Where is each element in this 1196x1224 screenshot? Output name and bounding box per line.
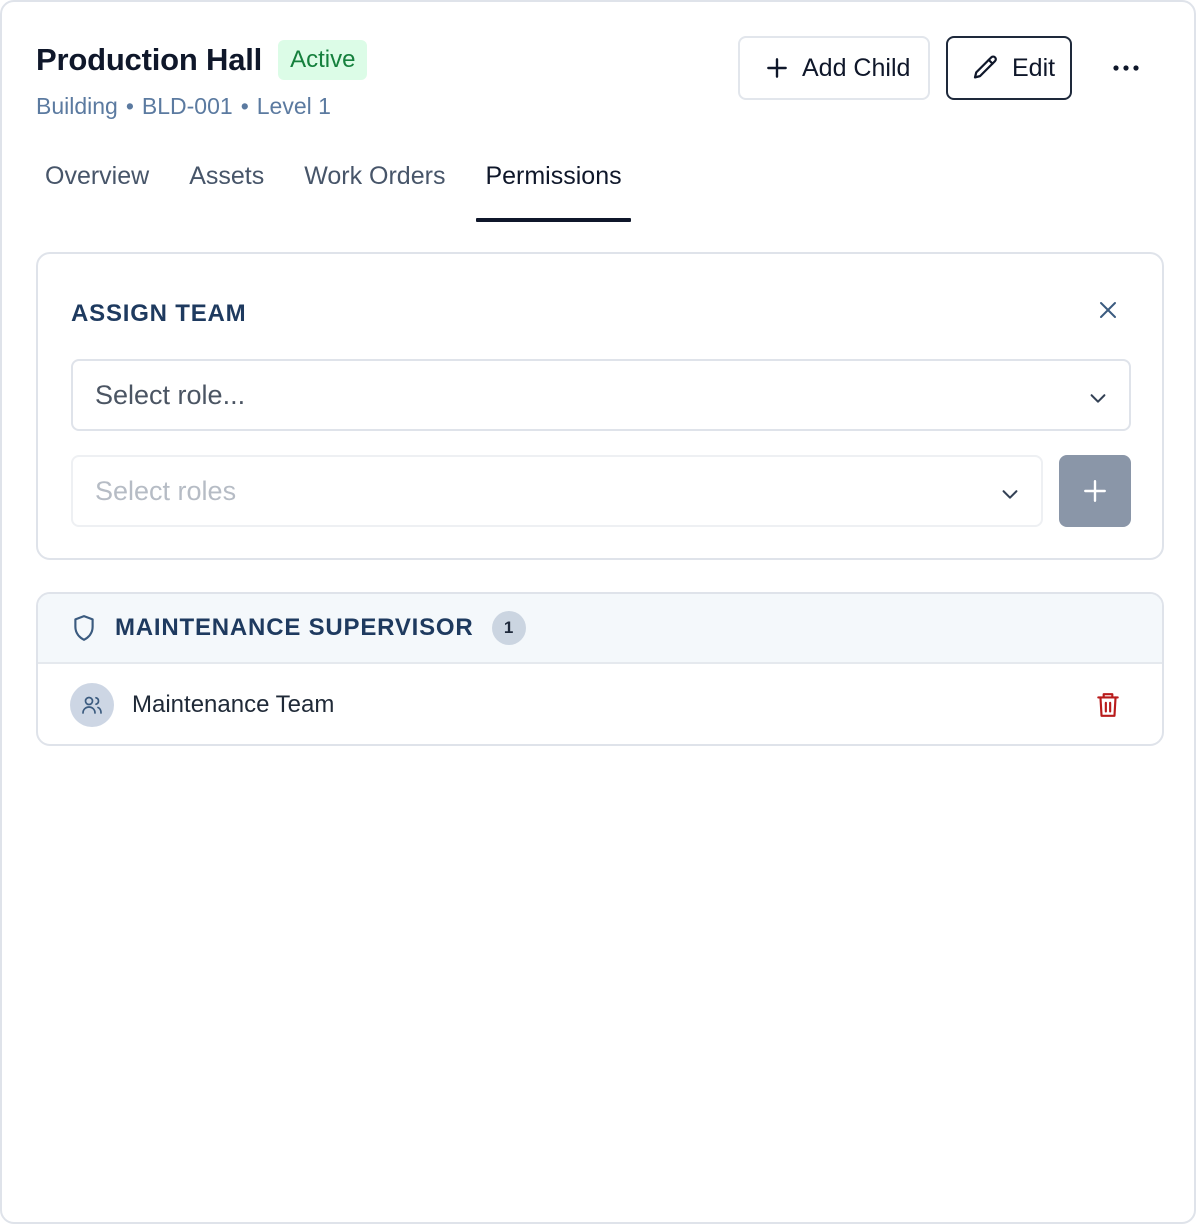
plus-icon (764, 55, 790, 81)
status-badge: Active (278, 40, 368, 80)
separator: • (125, 93, 134, 119)
chevron-down-icon (999, 481, 1021, 512)
trash-icon (1097, 693, 1119, 717)
role-group-card: MAINTENANCE SUPERVISOR 1 Maintenance Tea… (36, 592, 1164, 746)
breadcrumb: Building • BLD-001 • Level 1 (36, 93, 331, 120)
delete-button[interactable] (1094, 690, 1122, 720)
tab-label: Assets (189, 162, 265, 190)
tab-label: Work Orders (304, 162, 446, 190)
edit-button[interactable]: Edit (946, 36, 1072, 100)
close-button[interactable] (1096, 298, 1120, 322)
separator: • (240, 93, 249, 119)
location-level: Level 1 (256, 93, 331, 119)
close-icon (1100, 302, 1116, 318)
title-row: Production Hall Active (36, 40, 368, 80)
tab-bar: Overview Assets Work Orders Permissions (36, 162, 653, 222)
member-count-badge: 1 (491, 611, 526, 645)
location-type: Building (36, 93, 118, 119)
role-select[interactable]: Select role... (71, 359, 1131, 431)
shield-icon (71, 614, 97, 642)
add-role-button[interactable] (1059, 455, 1131, 527)
roles-multiselect[interactable]: Select roles (71, 455, 1043, 527)
tab-overview[interactable]: Overview (36, 162, 158, 222)
plus-icon (1084, 480, 1106, 502)
more-horizontal-icon (1113, 65, 1139, 71)
add-child-label: Add Child (802, 53, 911, 82)
users-icon (82, 696, 102, 714)
page-title: Production Hall (36, 42, 263, 77)
add-child-button[interactable]: Add Child (738, 36, 930, 100)
tab-label: Overview (45, 162, 150, 190)
assign-team-card: ASSIGN TEAM Select role... Select roles (36, 252, 1164, 560)
edit-label: Edit (1012, 53, 1056, 82)
detail-panel: Production Hall Active Building • BLD-00… (0, 0, 1196, 1224)
chevron-down-icon (1087, 385, 1109, 416)
tab-assets[interactable]: Assets (180, 162, 273, 222)
roles-select-placeholder: Select roles (95, 475, 237, 506)
tab-label: Permissions (485, 162, 622, 190)
list-item: Maintenance Team (38, 664, 1162, 744)
pencil-icon (970, 53, 1000, 83)
role-group-header: MAINTENANCE SUPERVISOR 1 (38, 594, 1162, 664)
avatar (70, 683, 114, 727)
tab-work-orders[interactable]: Work Orders (295, 162, 454, 222)
location-code: BLD-001 (141, 93, 233, 119)
assign-team-title: ASSIGN TEAM (71, 300, 247, 327)
role-name: MAINTENANCE SUPERVISOR (115, 614, 474, 641)
tab-permissions[interactable]: Permissions (476, 162, 631, 222)
more-options-button[interactable] (1102, 50, 1150, 86)
role-select-placeholder: Select role... (95, 379, 246, 410)
member-name: Maintenance Team (132, 691, 335, 718)
